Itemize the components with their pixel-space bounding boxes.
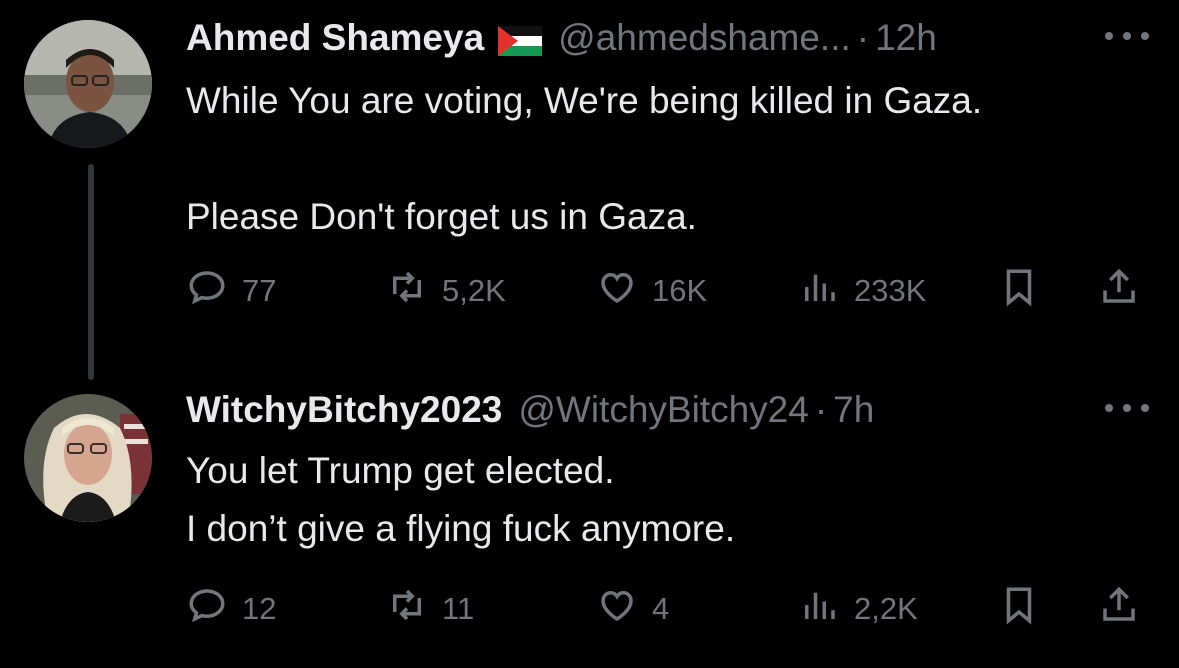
- like-count: 4: [652, 591, 670, 626]
- avatar-witchybitchy[interactable]: [24, 394, 152, 522]
- timestamp[interactable]: 12h: [875, 17, 937, 59]
- like-button[interactable]: 16K: [596, 266, 707, 316]
- like-count: 16K: [652, 273, 708, 308]
- retweet-count: 11: [442, 591, 475, 626]
- bookmark-button[interactable]: [998, 584, 1040, 634]
- tweet-header: WitchyBitchy2023 @WitchyBitchy24 · 7h: [186, 386, 1179, 434]
- share-icon: [1098, 584, 1140, 634]
- bookmark-icon: [998, 584, 1040, 634]
- tweet-header: Ahmed Shameya @ahmedshame... · 12h: [186, 14, 1179, 62]
- reply-icon: [186, 266, 242, 316]
- bookmark-icon: [998, 266, 1040, 316]
- views-icon: [798, 266, 854, 316]
- reply-count: 12: [242, 591, 277, 626]
- more-icon[interactable]: [1105, 396, 1149, 420]
- separator-dot: ·: [856, 17, 870, 58]
- retweet-button[interactable]: 5,2K: [386, 266, 506, 316]
- like-icon: [596, 266, 652, 316]
- retweet-count: 5,2K: [442, 273, 506, 308]
- retweet-button[interactable]: 11: [386, 584, 474, 634]
- views-button[interactable]: 2,2K: [798, 584, 918, 634]
- tweet-text: You let Trump get elected. I don’t give …: [186, 450, 736, 549]
- retweet-icon: [386, 266, 442, 316]
- timestamp[interactable]: 7h: [833, 389, 874, 431]
- palestine-flag-icon: [498, 23, 543, 56]
- like-icon: [596, 584, 652, 634]
- views-count: 2,2K: [854, 591, 918, 626]
- separator-dot: ·: [814, 389, 828, 430]
- share-button[interactable]: [1098, 266, 1140, 316]
- tweet-actions: 12 11 4 2,2K: [186, 584, 1179, 634]
- user-handle[interactable]: @WitchyBitchy24: [518, 389, 808, 431]
- views-icon: [798, 584, 854, 634]
- thread-line: [88, 164, 94, 380]
- reply-button[interactable]: 77: [186, 266, 276, 316]
- reply-button[interactable]: 12: [186, 584, 276, 634]
- avatar-ahmed[interactable]: [24, 20, 152, 148]
- views-count: 233K: [854, 273, 927, 308]
- display-name[interactable]: WitchyBitchy2023: [186, 389, 502, 431]
- more-icon[interactable]: [1105, 24, 1149, 48]
- like-button[interactable]: 4: [596, 584, 669, 634]
- tweet-2[interactable]: WitchyBitchy2023 @WitchyBitchy24 · 7h Yo…: [186, 386, 1179, 656]
- bookmark-button[interactable]: [998, 266, 1040, 316]
- views-button[interactable]: 233K: [798, 266, 926, 316]
- tweet-1[interactable]: Ahmed Shameya @ahmedshame... · 12h While…: [186, 14, 1179, 334]
- share-icon: [1098, 266, 1140, 316]
- reply-count: 77: [242, 273, 277, 308]
- tweet-text: While You are voting, We're being killed…: [186, 80, 983, 237]
- display-name[interactable]: Ahmed Shameya: [186, 17, 484, 59]
- share-button[interactable]: [1098, 584, 1140, 634]
- retweet-icon: [386, 584, 442, 634]
- tweet-actions: 77 5,2K 16K 233K: [186, 266, 1179, 316]
- reply-icon: [186, 584, 242, 634]
- user-handle[interactable]: @ahmedshame...: [558, 17, 851, 59]
